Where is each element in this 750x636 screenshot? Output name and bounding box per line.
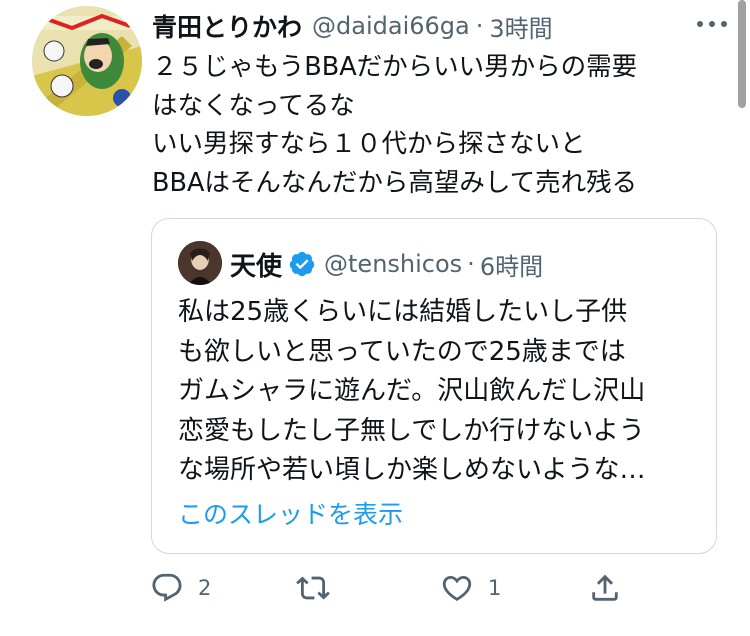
show-thread-link[interactable]: このスレッドを表示	[178, 495, 403, 531]
separator-dot: ·	[467, 250, 475, 278]
tweet-actions: 2 1	[0, 568, 750, 612]
quoted-text-line: 恋愛もしたし子無しでしか行けないよう	[178, 415, 645, 446]
verified-icon	[289, 251, 315, 277]
quoted-tweet-text: 私は25歳くらいには結婚したいし子供 も欲しいと思っていたので25歳までは ガム…	[178, 293, 703, 491]
quoted-text-line: も欲しいと思っていたので25歳までは	[178, 336, 626, 367]
tweet-text: ２５じゃもうBBAだからいい男からの需要 はなくなってるな いい男探すなら１０代…	[152, 48, 712, 202]
like-button[interactable]: 1	[440, 568, 501, 608]
quoted-author-name[interactable]: 天使	[230, 246, 282, 283]
tweet-timestamp[interactable]: 3時間	[489, 9, 552, 44]
share-button[interactable]	[588, 568, 622, 608]
tweet-text-line: BBAはそんなんだから高望みして売れ残る	[152, 167, 638, 198]
more-icon[interactable]	[692, 16, 732, 32]
share-icon	[592, 574, 618, 601]
reply-count: 2	[198, 576, 212, 600]
tweet-header: 青田とりかわ @daidai66ga · 3時間	[152, 8, 553, 44]
author-name[interactable]: 青田とりかわ	[152, 8, 302, 44]
avatar-illustration	[32, 6, 142, 116]
quoted-tweet-card[interactable]: 天使 @tenshicos · 6時間 私は25歳くらいには結婚したいし子供 も…	[151, 218, 717, 554]
quoted-author-handle[interactable]: @tenshicos	[324, 250, 462, 278]
tweet-text-line: いい男探すなら１０代から探さないと	[152, 129, 586, 159]
scrollbar[interactable]	[738, 0, 746, 108]
reply-button[interactable]: 2	[150, 568, 211, 608]
quoted-text-line: ガムシャラに遊んだ。沢山飲んだし沢山	[178, 376, 646, 406]
retweet-button[interactable]	[296, 568, 330, 608]
retweet-icon	[296, 576, 330, 600]
quoted-tweet-header: 天使 @tenshicos · 6時間	[230, 245, 543, 283]
reply-icon	[152, 573, 182, 602]
quoted-tweet-timestamp[interactable]: 6時間	[480, 247, 543, 282]
quoted-text-line: 私は25歳くらいには結婚したいし子供	[178, 297, 628, 327]
quoted-author-avatar[interactable]	[178, 241, 222, 285]
tweet-text-line: はなくなってるな	[152, 90, 355, 121]
quoted-avatar-photo	[178, 241, 222, 285]
like-count: 1	[488, 576, 502, 600]
author-avatar[interactable]	[32, 6, 142, 116]
tweet-text-line: ２５じゃもうBBAだからいい男からの需要	[152, 52, 638, 82]
quoted-text-line: な場所や若い頃しか楽しめないような…	[178, 455, 646, 485]
author-handle[interactable]: @daidai66ga	[312, 12, 470, 40]
separator-dot: ·	[475, 12, 484, 40]
like-icon	[442, 575, 472, 601]
